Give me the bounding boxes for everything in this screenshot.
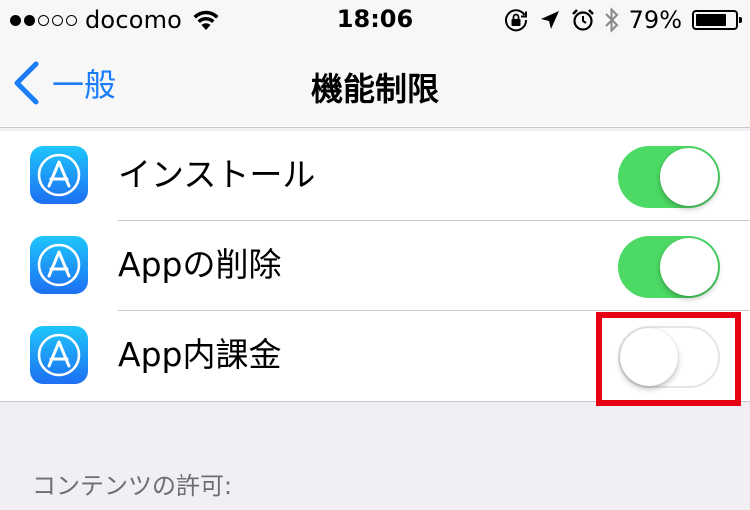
- orientation-lock-icon: [504, 9, 527, 32]
- install-toggle[interactable]: [618, 146, 720, 208]
- in-app-purchase-toggle[interactable]: [618, 326, 720, 388]
- status-bar: docomo 18:06 79%: [0, 0, 750, 40]
- list-item-install: インストール: [0, 131, 750, 221]
- row-label: App内課金: [118, 335, 282, 374]
- alarm-clock-icon: [571, 9, 594, 31]
- status-right: 79%: [503, 6, 742, 34]
- bluetooth-icon: [604, 7, 619, 33]
- navigation-bar: 一般 機能制限: [0, 40, 750, 128]
- app-store-icon: [30, 146, 88, 204]
- section-header-content-allowed: コンテンツの許可:: [32, 472, 233, 500]
- battery-percentage: 79%: [628, 6, 682, 34]
- location-arrow-icon: [540, 11, 559, 29]
- page-title: 機能制限: [310, 70, 439, 108]
- delete-app-toggle[interactable]: [618, 236, 720, 298]
- app-store-icon: [30, 236, 88, 294]
- list-item-delete-app: Appの削除: [0, 221, 750, 311]
- row-label: Appの削除: [118, 245, 282, 284]
- restrictions-list: インストール Appの削除 App内課金: [0, 131, 750, 402]
- battery-icon: [692, 10, 742, 30]
- row-label: インストール: [118, 155, 316, 194]
- app-store-icon: [30, 326, 88, 384]
- list-item-in-app-purchase: App内課金: [0, 311, 750, 401]
- battery-fill: [696, 14, 726, 26]
